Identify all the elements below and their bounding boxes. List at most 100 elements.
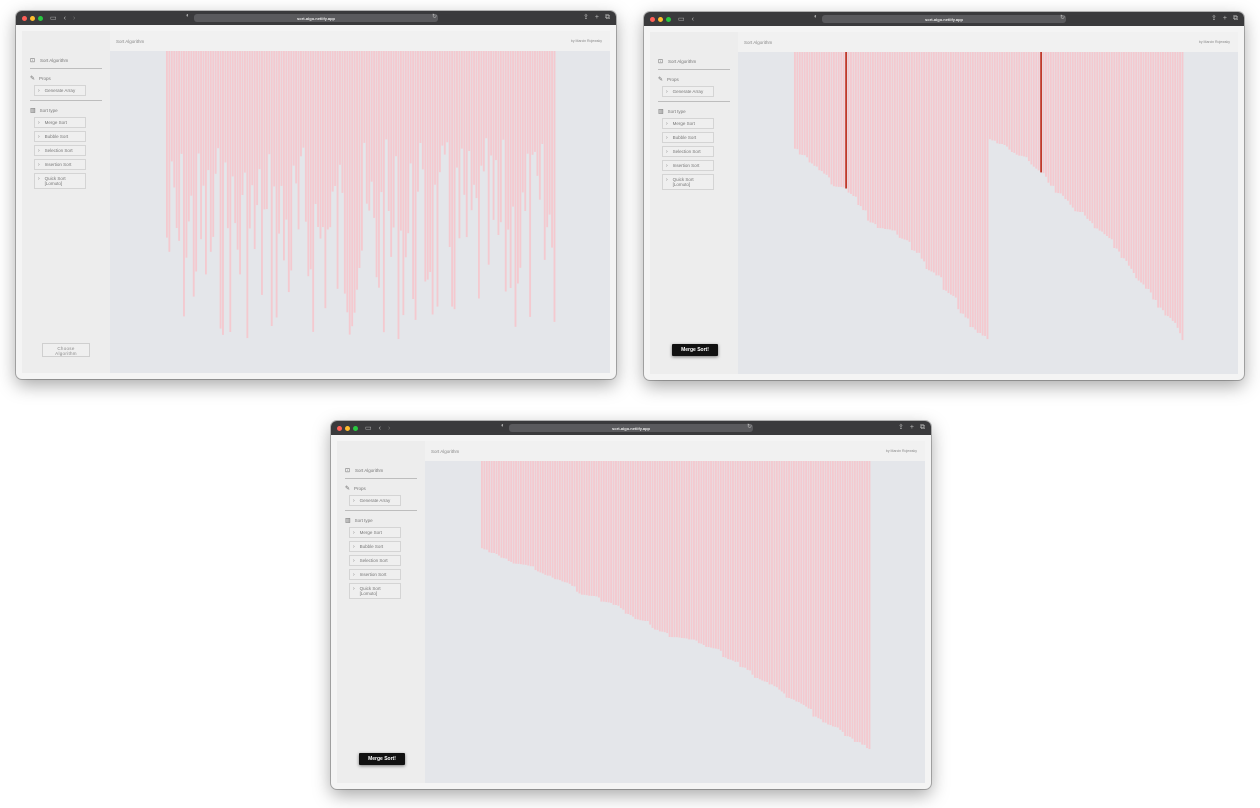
new-tab-icon[interactable]: + bbox=[595, 13, 599, 22]
array-bar bbox=[886, 52, 889, 230]
bubble-sort-button[interactable]: › Bubble Sort bbox=[34, 131, 86, 142]
insertion-sort-label: Insertion Sort bbox=[359, 572, 387, 577]
selection-sort-button[interactable]: › Selection Sort bbox=[662, 146, 714, 157]
forward-icon[interactable]: › bbox=[388, 425, 390, 432]
array-bar bbox=[473, 51, 475, 185]
zoom-window-icon[interactable] bbox=[666, 16, 671, 22]
insertion-sort-button[interactable]: › Insertion Sort bbox=[349, 569, 401, 580]
bars-canvas bbox=[481, 461, 871, 750]
merge-sort-button[interactable]: › Merge Sort bbox=[34, 117, 86, 128]
generate-array-label: Generate Array bbox=[672, 89, 704, 94]
array-bar bbox=[537, 461, 539, 572]
tab-overview-icon[interactable]: ⧉ bbox=[1233, 14, 1238, 23]
array-bar bbox=[778, 461, 781, 690]
array-bar bbox=[431, 51, 434, 315]
array-bar bbox=[495, 51, 497, 161]
back-icon[interactable]: ‹ bbox=[379, 425, 381, 432]
array-bar bbox=[739, 461, 742, 667]
array-bar bbox=[231, 51, 234, 177]
zoom-window-icon[interactable] bbox=[353, 425, 358, 431]
array-bar bbox=[585, 461, 588, 596]
privacy-shield-icon[interactable]: ◐ bbox=[186, 13, 190, 19]
browser-window-partial: ▭ ‹ ◐ sort-algo.netlify.app ↻ ⇪ + ⧉ ⊡ Sor… bbox=[644, 12, 1244, 380]
back-icon[interactable]: ‹ bbox=[64, 15, 66, 22]
array-bar bbox=[758, 461, 761, 680]
close-window-icon[interactable] bbox=[337, 425, 342, 431]
quick-sort-button[interactable]: › Quick Sort [Lomuto] bbox=[34, 173, 86, 189]
generate-array-button[interactable]: › Generate Array bbox=[662, 86, 714, 97]
array-bar bbox=[824, 461, 827, 723]
array-bar bbox=[812, 461, 815, 717]
array-bar bbox=[209, 51, 212, 252]
close-window-icon[interactable] bbox=[650, 16, 655, 22]
address-bar[interactable]: sort-algo.netlify.app bbox=[194, 14, 438, 22]
zoom-window-icon[interactable] bbox=[38, 15, 43, 21]
array-bar bbox=[561, 461, 564, 582]
back-icon[interactable]: ‹ bbox=[692, 16, 694, 23]
reload-icon[interactable]: ↻ bbox=[747, 423, 752, 430]
browser-titlebar: ▭ ‹ › ◐ sort-algo.netlify.app ↻ ⇪ + ⧉ bbox=[16, 11, 616, 25]
share-icon[interactable]: ⇪ bbox=[898, 423, 904, 432]
selection-sort-button[interactable]: › Selection Sort bbox=[349, 555, 401, 566]
sidebar-toggle-icon[interactable]: ▭ bbox=[678, 16, 685, 23]
array-bar bbox=[803, 52, 806, 156]
run-sort-button[interactable]: Merge Sort! bbox=[672, 344, 718, 356]
array-bar bbox=[823, 52, 826, 174]
array-bar bbox=[846, 461, 849, 737]
share-icon[interactable]: ⇪ bbox=[583, 13, 589, 22]
quick-sort-button[interactable]: › Quick Sort [Lomuto] bbox=[662, 174, 714, 190]
array-bar bbox=[811, 52, 813, 164]
minimize-window-icon[interactable] bbox=[30, 15, 35, 21]
chevron-right-icon: › bbox=[353, 497, 355, 504]
quick-sort-button[interactable]: › Quick Sort [Lomuto] bbox=[349, 583, 401, 599]
share-icon[interactable]: ⇪ bbox=[1211, 14, 1217, 23]
minimize-window-icon[interactable] bbox=[345, 425, 350, 431]
address-bar[interactable]: sort-algo.netlify.app bbox=[509, 424, 753, 432]
chevron-right-icon: › bbox=[38, 87, 40, 94]
array-bar bbox=[487, 51, 490, 265]
address-bar[interactable]: sort-algo.netlify.app bbox=[822, 15, 1066, 23]
selection-sort-button[interactable]: › Selection Sort bbox=[34, 145, 86, 156]
array-bar bbox=[744, 461, 747, 668]
insertion-sort-button[interactable]: › Insertion Sort bbox=[662, 160, 714, 171]
array-bar bbox=[1149, 52, 1152, 293]
close-window-icon[interactable] bbox=[22, 15, 27, 21]
divider bbox=[30, 100, 102, 101]
array-bar bbox=[1123, 52, 1125, 259]
merge-sort-button[interactable]: › Merge Sort bbox=[349, 527, 401, 538]
selection-sort-label: Selection Sort bbox=[44, 148, 73, 153]
privacy-shield-icon[interactable]: ◐ bbox=[814, 14, 818, 20]
bar-chart-icon: ▥ bbox=[658, 109, 664, 115]
run-sort-button[interactable]: Merge Sort! bbox=[359, 753, 405, 765]
reload-icon[interactable]: ↻ bbox=[1060, 14, 1065, 21]
bubble-sort-button[interactable]: › Bubble Sort bbox=[662, 132, 714, 143]
minimize-window-icon[interactable] bbox=[658, 16, 663, 22]
generate-array-button[interactable]: › Generate Array bbox=[349, 495, 401, 506]
merge-sort-label: Merge Sort bbox=[44, 120, 67, 125]
forward-icon[interactable]: › bbox=[73, 15, 75, 22]
reload-icon[interactable]: ↻ bbox=[432, 13, 437, 20]
array-bar bbox=[1003, 52, 1006, 145]
generate-array-button[interactable]: › Generate Array bbox=[34, 85, 86, 96]
array-bar bbox=[841, 461, 844, 732]
insertion-sort-button[interactable]: › Insertion Sort bbox=[34, 159, 86, 170]
array-bar bbox=[468, 51, 471, 151]
new-tab-icon[interactable]: + bbox=[1223, 14, 1227, 23]
array-bar bbox=[417, 51, 419, 192]
array-bar bbox=[1049, 52, 1052, 186]
array-bar bbox=[856, 461, 859, 742]
privacy-shield-icon[interactable]: ◐ bbox=[501, 423, 505, 429]
array-bar bbox=[280, 51, 283, 186]
bubble-sort-button[interactable]: › Bubble Sort bbox=[349, 541, 401, 552]
array-bar bbox=[458, 51, 461, 239]
array-bar bbox=[175, 51, 178, 228]
array-bar bbox=[1032, 52, 1035, 167]
sidebar-toggle-icon[interactable]: ▭ bbox=[50, 15, 57, 22]
tab-overview-icon[interactable]: ⧉ bbox=[920, 423, 925, 432]
choose-algorithm-button[interactable]: Choose Algorithm bbox=[42, 343, 90, 357]
tab-overview-icon[interactable]: ⧉ bbox=[605, 13, 610, 22]
sidebar-toggle-icon[interactable]: ▭ bbox=[365, 425, 372, 432]
new-tab-icon[interactable]: + bbox=[910, 423, 914, 432]
merge-sort-button[interactable]: › Merge Sort bbox=[662, 118, 714, 129]
array-bar bbox=[710, 461, 712, 648]
